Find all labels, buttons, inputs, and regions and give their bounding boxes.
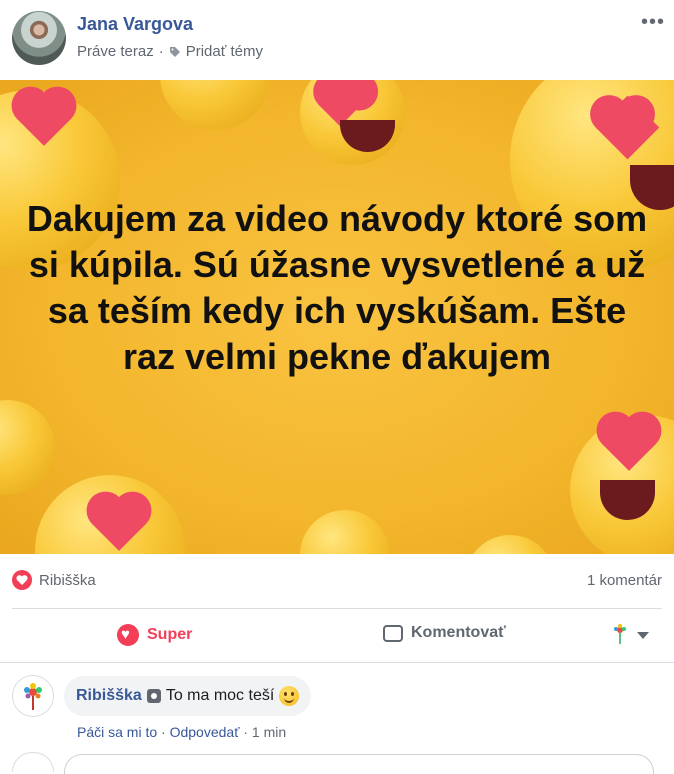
post-header: Jana Vargova Práve teraz · Pridať témy •… — [0, 0, 674, 80]
super-label: Super — [147, 626, 193, 643]
action-bar: Super Komentovať — [0, 610, 674, 662]
comment-button[interactable]: Komentovať — [383, 624, 506, 642]
smiley-icon — [279, 686, 300, 706]
emoji-decoration — [160, 80, 270, 130]
love-reaction-icon[interactable] — [12, 570, 32, 590]
post-time[interactable]: Práve teraz — [77, 43, 154, 60]
reactor-name[interactable]: Ribišška — [39, 572, 96, 589]
like-comment-link[interactable]: Páči sa mi to — [77, 724, 157, 740]
add-topics-link[interactable]: Pridať témy — [186, 43, 263, 60]
comment-bubble-icon — [383, 624, 403, 642]
write-comment-input[interactable] — [64, 754, 654, 774]
divider — [12, 608, 662, 609]
comment-text: To ma moc teší — [165, 687, 275, 704]
separator: · — [161, 724, 166, 740]
shield-icon — [146, 689, 161, 703]
post-meta: Práve teraz · Pridať témy — [77, 43, 263, 60]
reply-link[interactable]: Odpovedať — [170, 724, 240, 740]
author-avatar[interactable] — [12, 11, 66, 65]
comment-label: Komentovať — [411, 624, 506, 641]
commenter-avatar[interactable] — [12, 675, 54, 717]
post-background: Dakujem za video návody ktoré som si kúp… — [0, 80, 674, 554]
page-avatar-icon[interactable] — [611, 624, 629, 646]
emoji-decoration — [0, 400, 55, 495]
super-reaction-button[interactable]: Super — [117, 624, 192, 646]
tag-icon — [169, 46, 180, 57]
meta-separator: · — [158, 43, 164, 60]
commenter-name[interactable]: Ribišška — [76, 687, 142, 705]
separator: · — [243, 724, 249, 740]
emoji-decoration — [465, 535, 555, 554]
author-name[interactable]: Jana Vargova — [77, 14, 193, 35]
comment-count[interactable]: 1 komentár — [587, 572, 662, 589]
emoji-decoration — [300, 510, 390, 554]
more-options-icon[interactable]: ••• — [641, 11, 665, 34]
post-stats: Ribišška 1 komentár — [12, 570, 662, 594]
current-user-avatar — [12, 752, 54, 772]
post-text: Dakujem za video návody ktoré som si kúp… — [26, 198, 648, 377]
comment-bubble: Ribišška To ma moc teší — [64, 676, 312, 716]
love-icon — [117, 624, 139, 646]
chevron-down-icon[interactable] — [637, 632, 649, 639]
comment-actions: Páči sa mi to · Odpovedať · 1 min — [77, 724, 286, 740]
comment-time[interactable]: 1 min — [252, 724, 286, 740]
divider — [0, 662, 674, 663]
